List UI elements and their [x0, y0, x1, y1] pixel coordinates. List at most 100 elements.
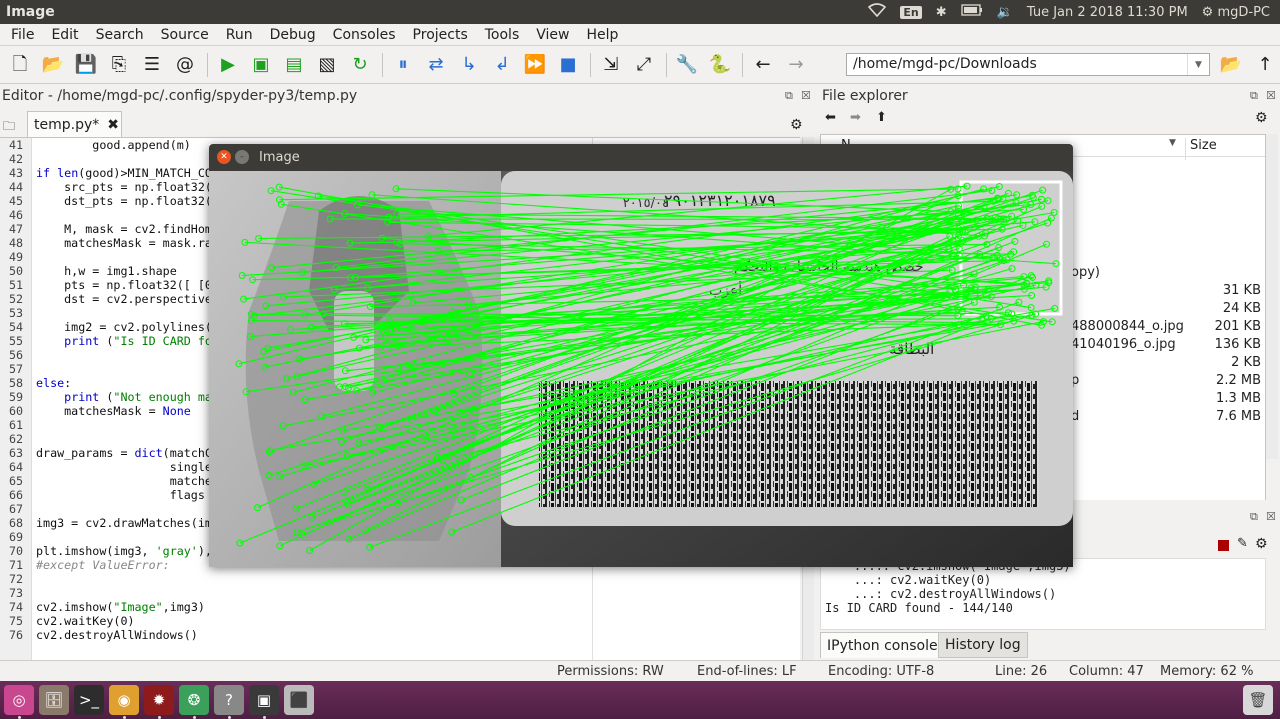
menu-projects[interactable]: Projects [402, 27, 474, 43]
trash-icon[interactable]: 🗑 [1243, 685, 1273, 715]
run-cell-advance-icon[interactable]: ▤ [281, 52, 307, 78]
network-icon[interactable] [868, 3, 887, 21]
editor-title: Editor - /home/mgd-pc/.config/spyder-py3… [2, 88, 358, 104]
status-column: Column: 47 [1069, 664, 1144, 679]
image-window[interactable]: ✕ – Image ٢٩٠١٢٣١٢٠١٨٧٩ ٢٠١٥/٠٤ خصص هندس… [209, 144, 1073, 567]
browse-tabs-icon[interactable]: 🗀 [3, 117, 15, 138]
maximize-pane-icon[interactable]: ⇲ [598, 52, 624, 78]
up-circle-icon[interactable]: ⬆ [876, 110, 887, 125]
undock-icon[interactable]: ⧉ [1250, 89, 1258, 103]
files-icon[interactable]: 🗄 [39, 685, 69, 715]
console-line: ...: cv2.waitKey(0) [825, 573, 992, 587]
stop-console-icon[interactable] [1218, 540, 1229, 551]
continue-icon[interactable]: ⏩ [522, 52, 548, 78]
forward-arrow-icon[interactable]: → [783, 52, 809, 78]
list-icon[interactable]: ☰ [139, 52, 165, 78]
menu-tools[interactable]: Tools [474, 27, 526, 43]
clear-console-icon[interactable]: ✎ [1237, 536, 1248, 551]
clock[interactable]: Tue Jan 2 2018 11:30 PM [1027, 5, 1188, 20]
chrome-icon[interactable]: ◉ [109, 685, 139, 715]
line-number: 72 [8, 572, 24, 586]
step-return-icon[interactable]: ↲ [489, 52, 515, 78]
gear-icon[interactable]: ⚙ [790, 117, 803, 133]
rerun-icon[interactable]: ↻ [347, 52, 373, 78]
chevron-down-icon[interactable]: ▼ [1187, 54, 1209, 75]
image-window-icon[interactable]: ▣ [249, 685, 279, 715]
line-number: 54 [8, 320, 24, 334]
menu-run[interactable]: Run [215, 27, 259, 43]
save-all-icon[interactable]: ⎘ [106, 52, 132, 78]
working-directory-combobox[interactable]: /home/mgd-pc/Downloads ▼ [846, 53, 1210, 76]
battery-icon[interactable] [961, 4, 983, 20]
step-into-icon[interactable]: ↳ [456, 52, 482, 78]
file-list-scrollbar[interactable] [1266, 134, 1278, 459]
terminal-icon[interactable]: >_ [74, 685, 104, 715]
anaconda-icon[interactable]: ❂ [179, 685, 209, 715]
file-size: 201 KB [1214, 319, 1261, 334]
gear-icon[interactable]: ⚙ [1255, 536, 1268, 552]
undock-icon[interactable]: ⧉ [1250, 510, 1258, 524]
menu-help[interactable]: Help [575, 27, 624, 43]
new-file-icon[interactable]: 🗋 [7, 52, 33, 78]
menu-file[interactable]: File [0, 27, 40, 43]
back-arrow-icon[interactable]: ← [750, 52, 776, 78]
menu-view[interactable]: View [525, 27, 575, 43]
line-number: 47 [8, 222, 24, 236]
unknown-app-icon[interactable]: ? [214, 685, 244, 715]
fullscreen-icon[interactable]: ⤢ [631, 52, 657, 78]
menu-debug[interactable]: Debug [259, 27, 322, 43]
console-output[interactable]: ....: cv2.imshow("Image",img3) ...: cv2.… [820, 558, 1266, 630]
run-cell-icon[interactable]: ▣ [248, 52, 274, 78]
debug-icon[interactable]: ⏸ [390, 52, 416, 78]
back-circle-icon[interactable]: ⬅ [825, 110, 836, 125]
drive-icon[interactable]: ⬛ [284, 685, 314, 715]
menu-bar: File Edit Search Source Run Debug Consol… [0, 24, 1280, 46]
save-icon[interactable]: 💾 [73, 52, 99, 78]
stop-icon[interactable]: ■ [555, 52, 581, 78]
menu-source[interactable]: Source [150, 27, 215, 43]
line-number: 41 [8, 138, 24, 152]
line-number: 42 [8, 152, 24, 166]
keyboard-layout-indicator[interactable]: En [900, 5, 922, 19]
tab-ipython-console[interactable]: IPython console [820, 632, 945, 658]
forward-circle-icon[interactable]: ➡ [850, 110, 861, 125]
undock-icon[interactable]: ⧉ [785, 89, 793, 103]
close-pane-icon[interactable]: ☒ [801, 89, 811, 102]
open-folder-icon[interactable]: 📂 [40, 52, 66, 78]
volume-icon[interactable]: 🔉 [997, 5, 1013, 20]
step-icon[interactable]: ⇄ [423, 52, 449, 78]
close-pane-icon[interactable]: ☒ [1266, 89, 1276, 102]
close-icon[interactable]: ✕ [217, 150, 231, 164]
minimize-icon[interactable]: – [235, 150, 249, 164]
at-icon[interactable]: @ [172, 52, 198, 78]
editor-tab-bar: 🗀 temp.py* ✖ ⚙ [0, 109, 817, 137]
line-number: 70 [8, 544, 24, 558]
parent-dir-arrow-icon[interactable]: ↑ [1252, 52, 1278, 78]
tab-label: temp.py* [34, 116, 100, 133]
run-selection-icon[interactable]: ▧ [314, 52, 340, 78]
tab-temp-py[interactable]: temp.py* ✖ [27, 111, 122, 137]
menu-consoles[interactable]: Consoles [322, 27, 402, 43]
image-window-titlebar[interactable]: ✕ – Image [209, 144, 1073, 171]
session-menu[interactable]: ⚙ mgD-PC [1202, 5, 1270, 20]
menu-edit[interactable]: Edit [40, 27, 84, 43]
spyder-icon[interactable]: ✹ [144, 685, 174, 715]
bluetooth-icon[interactable]: ✱ [936, 5, 947, 20]
toolbar-separator [382, 52, 383, 77]
close-icon[interactable]: ✖ [107, 117, 119, 133]
code-text: cv2.imshow("Image",img3) [36, 600, 205, 614]
line-number: 68 [8, 516, 24, 530]
menu-search[interactable]: Search [85, 27, 150, 43]
file-name: 41040196_o.jpg [1071, 337, 1176, 352]
status-encoding: Encoding: UTF-8 [828, 664, 935, 679]
tab-history-log[interactable]: History log [938, 632, 1028, 658]
wrench-icon[interactable]: 🔧 [674, 52, 700, 78]
ubuntu-dash-icon[interactable]: ◎ [4, 685, 34, 715]
line-number: 65 [8, 474, 24, 488]
python-icon[interactable]: 🐍 [707, 52, 733, 78]
line-number: 48 [8, 236, 24, 250]
gear-icon[interactable]: ⚙ [1255, 110, 1268, 126]
browse-folder-icon[interactable]: 📂 [1218, 52, 1244, 78]
close-pane-icon[interactable]: ☒ [1266, 510, 1276, 523]
run-icon[interactable]: ▶ [215, 52, 241, 78]
